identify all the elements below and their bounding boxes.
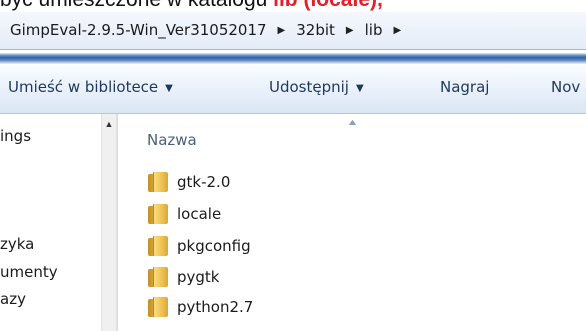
burn-label: Nagraj <box>440 78 490 96</box>
add-to-library-label: Umieść w bibliotece <box>8 78 159 96</box>
nav-item-settings[interactable]: ings <box>0 127 31 145</box>
breadcrumb-item-lib[interactable]: lib <box>363 21 385 39</box>
add-to-library-button[interactable]: Umieść w bibliotece ▼ <box>8 78 173 96</box>
list-item[interactable]: pygtk <box>148 263 220 291</box>
breadcrumb-item-32bit[interactable]: 32bit <box>294 21 337 39</box>
caption-text: być umieszczone w katalogu <box>0 0 273 11</box>
nav-scrollbar[interactable]: ▲ <box>101 114 117 331</box>
file-name: pygtk <box>177 268 220 286</box>
share-button[interactable]: Udostępnij ▼ <box>269 78 364 96</box>
folder-icon <box>148 204 168 224</box>
window-frame-line <box>0 50 586 64</box>
new-folder-button[interactable]: Nov <box>551 78 580 96</box>
chevron-right-icon[interactable]: ▶ <box>346 25 354 36</box>
navigation-pane: ings zyka umenty azy <box>0 114 101 331</box>
folder-icon <box>148 297 168 317</box>
share-label: Udostępnij <box>269 78 349 96</box>
chevron-right-icon[interactable]: ▶ <box>393 25 401 36</box>
file-name: locale <box>177 205 222 223</box>
file-list: ▲ Nazwa gtk-2.0 locale pkgconfig pygtk p… <box>118 114 586 331</box>
new-folder-label: Nov <box>551 78 581 96</box>
scroll-up-arrow-icon[interactable]: ▲ <box>102 114 116 132</box>
folder-icon <box>148 236 168 256</box>
command-bar: Umieść w bibliotece ▼ Udostępnij ▼ Nagraj … <box>0 64 586 114</box>
burn-button[interactable]: Nagraj <box>440 78 489 96</box>
file-name: pkgconfig <box>177 237 251 255</box>
nav-item-documents[interactable]: umenty <box>0 263 58 281</box>
list-item[interactable]: pkgconfig <box>148 232 251 260</box>
file-name: gtk-2.0 <box>177 173 231 191</box>
file-name: python2.7 <box>177 298 254 316</box>
document-caption: być umieszczone w katalogu lib (locale), <box>0 0 586 12</box>
sort-indicator-icon: ▲ <box>346 117 359 127</box>
folder-icon <box>148 172 168 192</box>
breadcrumb-item-gimpeval[interactable]: GimpEval-2.9.5-Win_Ver31052017 <box>8 21 269 39</box>
breadcrumb: GimpEval-2.9.5-Win_Ver31052017 ▶ 32bit ▶… <box>8 21 410 39</box>
chevron-down-icon: ▼ <box>355 83 364 94</box>
caption-highlight: lib (locale), <box>273 0 383 11</box>
nav-item-pictures[interactable]: azy <box>0 290 26 308</box>
chevron-down-icon: ▼ <box>165 83 173 94</box>
list-item[interactable]: gtk-2.0 <box>148 168 230 196</box>
column-header-name[interactable]: Nazwa <box>147 131 197 149</box>
list-item[interactable]: locale <box>148 200 221 228</box>
address-bar[interactable]: GimpEval-2.9.5-Win_Ver31052017 ▶ 32bit ▶… <box>0 12 586 50</box>
nav-item-music[interactable]: zyka <box>0 235 34 253</box>
folder-icon <box>148 267 168 287</box>
list-item[interactable]: python2.7 <box>148 293 253 321</box>
chevron-right-icon[interactable]: ▶ <box>278 25 286 36</box>
